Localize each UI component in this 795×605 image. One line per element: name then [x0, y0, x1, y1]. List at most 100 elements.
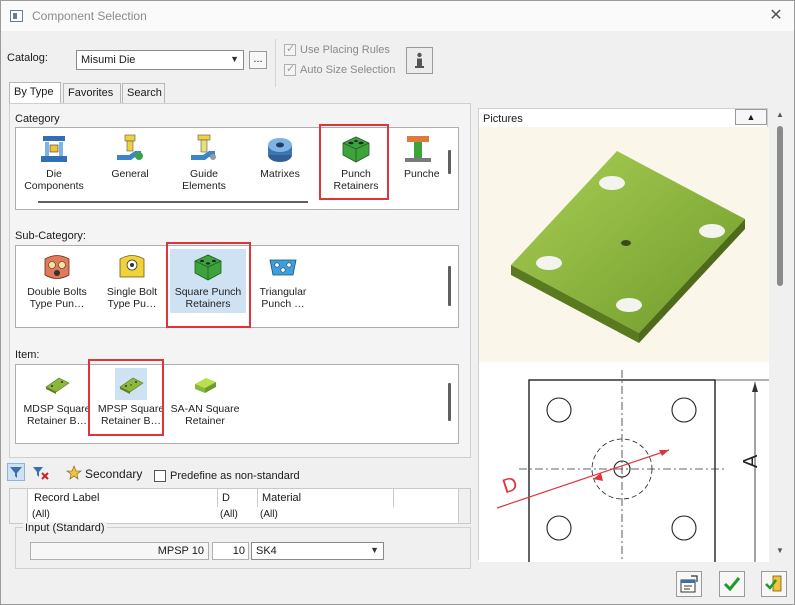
item-caption-line1: MDSP Square: [23, 403, 91, 415]
d-value-field[interactable]: 10: [212, 542, 249, 560]
category-matrixes[interactable]: Matrixes: [244, 133, 316, 180]
mdsp-plate-icon: [45, 377, 70, 394]
catalog-select[interactable]: Misumi Die ▼: [76, 50, 244, 70]
guide-elements-icon: [191, 134, 216, 160]
column-header-d[interactable]: D: [218, 489, 258, 507]
material-value: SK4: [256, 545, 277, 557]
info-icon: [415, 52, 424, 68]
window-title: Component Selection: [32, 9, 147, 23]
separator: [275, 39, 276, 87]
tab-by-type[interactable]: By Type: [9, 82, 61, 104]
filter-d[interactable]: (All): [220, 509, 238, 520]
sa-an-block-icon: [195, 378, 216, 393]
properties-icon: [680, 575, 698, 593]
category-guide-elements[interactable]: Guide Elements: [168, 133, 240, 192]
pictures-scroll-thumb[interactable]: [777, 126, 783, 286]
pictures-label: Pictures: [483, 113, 523, 125]
item-sa-an-square[interactable]: SA-AN Square Retainer: [168, 370, 242, 427]
category-caption-line2: Components: [24, 180, 84, 192]
sub-category-caption-line2: Type Pu…: [107, 298, 157, 310]
sub-category-label: Sub-Category:: [15, 230, 86, 242]
predefine-nonstandard-checkbox[interactable]: [154, 470, 166, 482]
auto-size-selection-label: Auto Size Selection: [300, 64, 396, 76]
use-placing-rules-checkbox[interactable]: [284, 42, 296, 56]
highlight-box: [88, 359, 164, 436]
triangular-punch-retainer-icon: [269, 259, 297, 276]
category-vscroll-thumb[interactable]: [448, 150, 451, 174]
item-vscroll-thumb[interactable]: [448, 383, 451, 421]
general-icon: [117, 134, 143, 160]
sub-category-caption-line1: Single Bolt: [106, 286, 158, 298]
category-hscroll-thumb[interactable]: [38, 201, 308, 203]
category-caption-line1: Matrixes: [260, 168, 300, 180]
clear-filter-icon: [33, 467, 49, 480]
item-caption-line2: Retainer: [185, 415, 225, 427]
part-2d-drawing: D A: [479, 362, 769, 562]
pictures-vscroll[interactable]: ▲ ▼: [773, 108, 787, 560]
item-caption-line2: Retainer B…: [26, 415, 88, 427]
filter-record-label[interactable]: (All): [32, 509, 50, 520]
filter-material[interactable]: (All): [260, 509, 278, 520]
app-icon: [10, 10, 23, 22]
catalog-browse-button[interactable]: ...: [249, 51, 267, 69]
scroll-up-icon[interactable]: ▲: [776, 110, 784, 119]
apply-close-button[interactable]: [761, 571, 787, 597]
category-general[interactable]: General: [94, 133, 166, 180]
highlight-box: [319, 124, 389, 200]
category-label: Category: [15, 113, 60, 125]
part-3d-preview: [479, 127, 769, 362]
tab-favorites[interactable]: Favorites: [63, 83, 121, 103]
sub-category-single-bolt[interactable]: Single Bolt Type Pu…: [96, 251, 168, 310]
table-vscroll[interactable]: [458, 489, 470, 523]
sub-category-caption-line1: Double Bolts: [27, 286, 87, 298]
use-placing-rules-label: Use Placing Rules: [300, 44, 390, 56]
material-select[interactable]: SK4 ▼: [251, 542, 384, 560]
highlight-box: [166, 242, 251, 328]
filter-toggle-button[interactable]: [7, 463, 25, 481]
pictures-pane: Pictures ▲ D A: [478, 108, 769, 562]
info-button[interactable]: [406, 47, 433, 74]
category-caption-line1: Die: [46, 168, 62, 180]
title-bar: Component Selection ✕: [1, 1, 794, 31]
column-header-material[interactable]: Material: [258, 489, 394, 507]
auto-size-selection-checkbox[interactable]: [284, 62, 296, 76]
ok-button[interactable]: [719, 571, 745, 597]
secondary-icon: [66, 465, 82, 480]
sub-category-caption-line2: Punch …: [261, 298, 305, 310]
double-bolts-retainer-icon: [44, 255, 70, 279]
category-punches[interactable]: Punche: [396, 133, 440, 180]
records-table: Record Label D Material (All) (All) (All…: [9, 488, 471, 524]
secondary-button[interactable]: [66, 465, 82, 481]
apply-close-icon: [765, 575, 782, 592]
item-mdsp-square[interactable]: MDSP Square Retainer B…: [20, 370, 94, 427]
sub-category-caption-line2: Type Pun…: [29, 298, 85, 310]
sub-category-double-bolts[interactable]: Double Bolts Type Pun…: [20, 251, 94, 310]
component-selection-dialog: Component Selection ✕ Catalog: Misumi Di…: [0, 0, 795, 605]
row-selector: [10, 489, 28, 523]
item-gallery: MDSP Square Retainer B… MPSP Square Reta…: [15, 364, 459, 444]
category-die-components[interactable]: Die Components: [18, 133, 90, 192]
chevron-down-icon: ▼: [370, 545, 379, 555]
record-name-field[interactable]: MPSP 10: [30, 542, 209, 560]
funnel-icon: [10, 467, 22, 478]
collapse-pictures-button[interactable]: ▲: [735, 109, 767, 125]
secondary-label: Secondary: [85, 467, 143, 481]
column-header-record-label[interactable]: Record Label: [30, 489, 218, 507]
checkmark-icon: [723, 577, 741, 592]
dimension-a-label: A: [740, 454, 762, 468]
chevron-down-icon: ▼: [230, 54, 239, 64]
sub-category-vscroll-thumb[interactable]: [448, 266, 451, 306]
scroll-down-icon[interactable]: ▼: [776, 546, 784, 555]
clear-filter-button[interactable]: [31, 464, 51, 482]
category-caption-line1: Guide: [189, 168, 219, 180]
category-gallery: Die Components General Guide Elements Ma…: [15, 127, 459, 210]
input-standard-label: Input (Standard): [23, 522, 107, 534]
properties-button[interactable]: [676, 571, 702, 597]
category-caption-line2: Elements: [182, 180, 226, 192]
close-button[interactable]: ✕: [766, 6, 786, 26]
matrixes-icon: [268, 138, 292, 162]
punches-icon: [405, 136, 431, 162]
sub-category-triangular-punch[interactable]: Triangular Punch …: [248, 251, 318, 310]
category-caption-line1: Punche: [404, 168, 440, 180]
tab-search[interactable]: Search: [122, 83, 165, 103]
